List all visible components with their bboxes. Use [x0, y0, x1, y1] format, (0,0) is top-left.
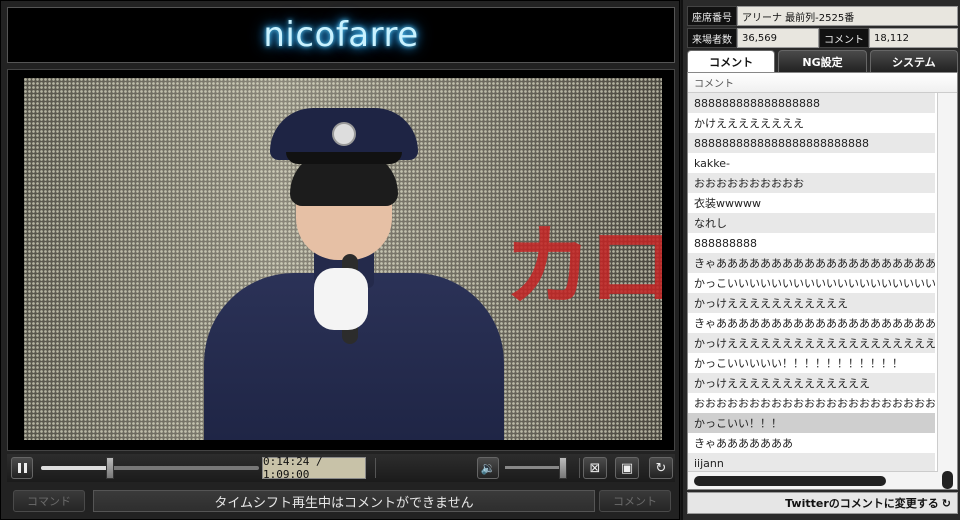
comment-row[interactable]: きゃあああああああああああああああああああああ: [688, 313, 935, 333]
comment-row[interactable]: きゃあああああああ: [688, 433, 935, 453]
comment-row[interactable]: なれし: [688, 213, 935, 233]
divider: [375, 458, 376, 478]
refresh-icon: ↻: [941, 496, 951, 510]
twitter-switch-label: Twitterのコメントに変更する: [785, 497, 939, 510]
post-comment-button[interactable]: コメント: [599, 490, 671, 512]
player-controls: 0:14:24 / 1:09:00 🔉 ⊠ ▣ ↻: [7, 454, 675, 482]
time-display: 0:14:24 / 1:09:00: [262, 455, 366, 481]
seek-bar[interactable]: [41, 466, 259, 470]
video-frame: カロ: [7, 69, 675, 451]
vertical-scroll-thumb[interactable]: [942, 471, 953, 489]
comment-hide-icon: ⊠: [589, 460, 601, 476]
comment-input[interactable]: タイムシフト再生中はコメントができません: [93, 490, 595, 512]
comment-row[interactable]: かっけえええええええええええ: [688, 293, 935, 313]
speaker-icon: 🔉: [480, 461, 496, 475]
stats-row: 来場者数 36,569 コメント 18,112: [687, 28, 958, 48]
comment-row[interactable]: かっけえええええええええええええ: [688, 373, 935, 393]
volume-handle[interactable]: [559, 457, 567, 479]
screen-icon: ▣: [620, 460, 634, 476]
seat-row: 座席番号 アリーナ 最前列-2525番: [687, 6, 958, 26]
comment-row[interactable]: かっこいいいいいいいいいいいいいいいいいいいいいいい: [688, 273, 935, 293]
comment-row[interactable]: 8888888888888888888888888: [688, 133, 935, 153]
white-glove: [314, 268, 368, 330]
pause-icon-bar: [23, 463, 27, 473]
pause-button[interactable]: [11, 457, 33, 479]
tab-ng-settings[interactable]: NG設定: [778, 50, 867, 72]
comment-rows: 888888888888888888 かけええええええええ 888888888888…: [688, 93, 935, 473]
comment-count-value: 18,112: [869, 28, 958, 48]
volume-button[interactable]: 🔉: [477, 457, 499, 479]
seat-label: 座席番号: [687, 6, 737, 26]
divider: [579, 458, 580, 478]
comment-row[interactable]: 888888888888888888: [688, 93, 935, 113]
comment-row[interactable]: 衣装wwwww: [688, 193, 935, 213]
nicofarre-logo: nicofarre: [263, 15, 419, 55]
screen-mode-button[interactable]: ▣: [615, 457, 639, 479]
cap-badge: [332, 122, 356, 146]
vertical-scrollbar[interactable]: [937, 93, 957, 489]
comment-row[interactable]: おおおおおおおおおおおおおおおおおおおおおおおおおおお: [688, 393, 935, 413]
side-panel: 座席番号 アリーナ 最前列-2525番 来場者数 36,569 コメント 18,…: [681, 0, 960, 520]
comment-row[interactable]: iijann: [688, 453, 935, 473]
horizontal-scroll-thumb[interactable]: [694, 476, 886, 486]
comment-row[interactable]: かっけええええええええええええええええええええええ: [688, 333, 935, 353]
comment-list[interactable]: コメント 888888888888888888 かけええええええええ 8888888…: [687, 72, 958, 490]
seek-progress: [41, 466, 113, 470]
comment-row[interactable]: おおおおおおおおおお: [688, 173, 935, 193]
reload-button[interactable]: ↻: [649, 457, 673, 479]
comment-toggle-button[interactable]: ⊠: [583, 457, 607, 479]
comment-count-label: コメント: [819, 28, 869, 48]
comment-row[interactable]: kakke-: [688, 153, 935, 173]
tab-system[interactable]: システム: [869, 50, 958, 72]
logo-bar: nicofarre: [7, 7, 675, 63]
tab-comment[interactable]: コメント: [687, 50, 776, 72]
horizontal-scrollbar[interactable]: [688, 471, 938, 489]
seat-value: アリーナ 最前列-2525番: [737, 6, 958, 26]
command-button[interactable]: コマンド: [13, 490, 85, 512]
comment-row[interactable]: かっこいい！！！: [688, 413, 935, 433]
comment-row[interactable]: かっこいいいいい！！！！！！！！！！！: [688, 353, 935, 373]
command-bar: コマンド タイムシフト再生中はコメントができません コメント: [7, 487, 675, 515]
performer-cap-visor: [286, 152, 402, 164]
twitter-switch-button[interactable]: Twitterのコメントに変更する ↻: [687, 492, 958, 514]
visitors-label: 来場者数: [687, 28, 737, 48]
player-area: nicofarre カロ 0:14:24 / 1:09:00 🔉 ⊠ ▣ ↻ コ…: [0, 0, 680, 520]
comment-column-header[interactable]: コメント: [688, 73, 957, 93]
comment-row[interactable]: 888888888: [688, 233, 935, 253]
reload-icon: ↻: [655, 460, 667, 476]
comment-row[interactable]: きゃあああああああああああああああああああああ: [688, 253, 935, 273]
pause-icon: [17, 463, 21, 473]
volume-slider[interactable]: [505, 466, 563, 469]
panel-tabs: コメント NG設定 システム: [687, 50, 958, 72]
comment-row[interactable]: かけええええええええ: [688, 113, 935, 133]
seek-handle[interactable]: [106, 457, 114, 479]
visitors-value: 36,569: [737, 28, 819, 48]
video-background-sign: カロ: [503, 215, 662, 318]
video-screen[interactable]: カロ: [24, 78, 662, 440]
